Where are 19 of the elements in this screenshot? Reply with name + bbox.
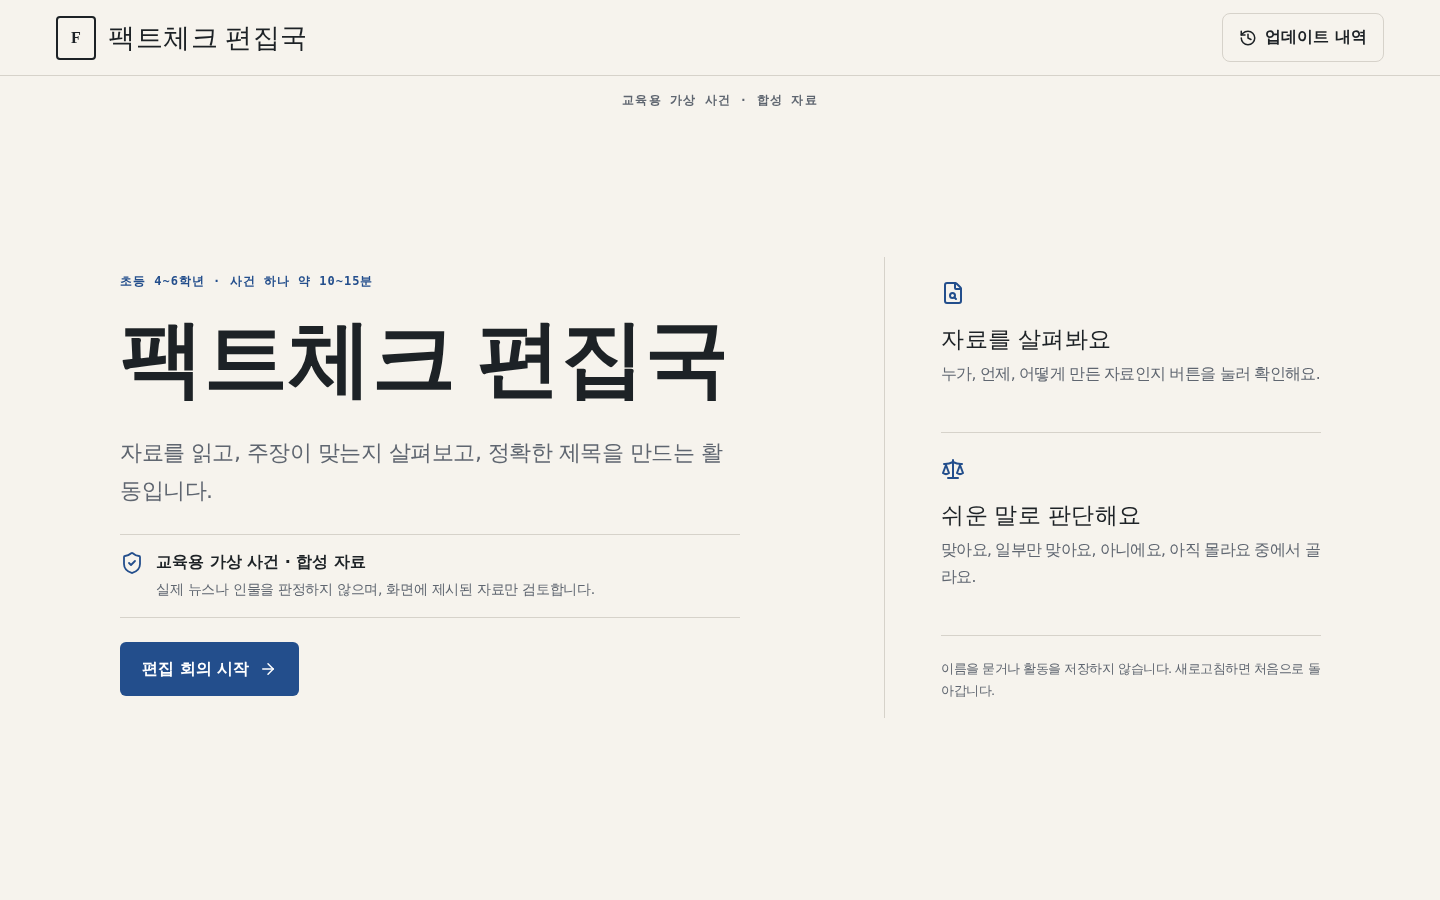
notice-text: 실제 뉴스나 인물을 판정하지 않으며, 화면에 제시된 자료만 검토합니다.	[156, 580, 595, 599]
file-search-icon	[941, 281, 965, 305]
history-icon	[1239, 28, 1258, 47]
tagline: 교육용 가상 사건 · 합성 자료	[622, 93, 818, 107]
feature-text: 누가, 언제, 어떻게 만든 자료인지 버튼을 눌러 확인해요.	[941, 364, 1321, 385]
notice-title: 교육용 가상 사건 · 합성 자료	[156, 551, 367, 573]
site-title: 팩트체크 편집국	[108, 21, 308, 55]
privacy-note: 이름을 묻거나 활동을 저장하지 않습니다. 새로고침하면 처음으로 돌아갑니다.	[941, 660, 1321, 700]
logo-mark: F	[56, 15, 96, 60]
feature-text: 맞아요, 일부만 맞아요, 아니에요, 아직 몰라요 중에서 골라요.	[941, 540, 1321, 588]
hero-title: 팩트체크 편집국	[120, 311, 730, 407]
eyebrow-text: 초등 4~6학년 · 사건 하나 약 10~15분	[120, 273, 375, 290]
feature-title: 자료를 살펴봐요	[941, 326, 1113, 354]
feature-title: 쉬운 말로 판단해요	[941, 502, 1143, 530]
start-meeting-button[interactable]: 편집 회의 시작	[120, 642, 300, 696]
shield-check-icon	[120, 551, 144, 575]
scale-icon	[941, 457, 965, 481]
update-history-button[interactable]: 업데이트 내역	[1222, 13, 1384, 62]
lead-paragraph: 자료를 읽고, 주장이 맞는지 살펴보고, 정확한 제목을 만드는 활동입니다.	[120, 439, 724, 505]
